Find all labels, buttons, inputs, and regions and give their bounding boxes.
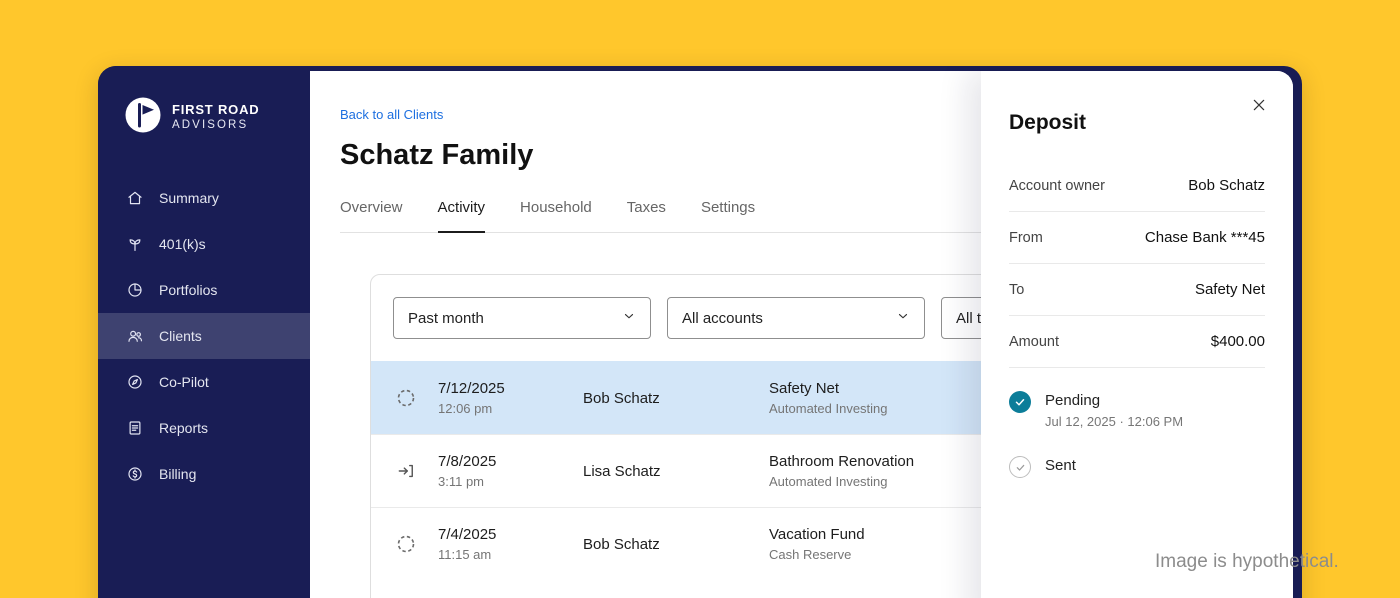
people-icon xyxy=(126,327,144,345)
check-circle-filled-icon xyxy=(1009,391,1031,413)
detail-label: Amount xyxy=(1009,333,1059,350)
filter-accounts[interactable]: All accounts xyxy=(667,297,925,339)
sidebar-item-portfolios[interactable]: Portfolios xyxy=(98,267,310,313)
close-icon xyxy=(1251,97,1267,118)
detail-row-to: To Safety Net xyxy=(1009,264,1265,316)
tab-activity[interactable]: Activity xyxy=(437,199,486,233)
deposit-arrow-icon xyxy=(396,461,416,481)
detail-value: $400.00 xyxy=(1210,333,1265,350)
status-timeline: Pending Jul 12, 2025 · 12:06 PM Sent xyxy=(1009,390,1265,478)
detail-value: Safety Net xyxy=(1194,281,1265,298)
plant-icon xyxy=(126,235,144,253)
app-window: FIRST ROAD ADVISORS Summary 401(k)s Port… xyxy=(98,66,1302,598)
panel-title: Deposit xyxy=(1009,111,1087,134)
sidebar-item-label: Co-Pilot xyxy=(159,374,209,390)
detail-row-amount: Amount $400.00 xyxy=(1009,316,1265,368)
detail-label: Account owner xyxy=(1009,177,1105,194)
sidebar-item-label: Clients xyxy=(159,328,202,344)
tab-settings[interactable]: Settings xyxy=(701,199,755,232)
transaction-date: 7/4/2025 xyxy=(438,526,497,543)
sidebar-item-401ks[interactable]: 401(k)s xyxy=(98,221,310,267)
timeline-step-text: Pending Jul 12, 2025 · 12:06 PM xyxy=(1045,390,1183,429)
timeline-step-label: Sent xyxy=(1045,457,1076,474)
tab-overview[interactable]: Overview xyxy=(340,199,403,232)
timeline-step-timestamp: Jul 12, 2025 · 12:06 PM xyxy=(1045,414,1184,429)
transaction-time: 12:06 pm xyxy=(438,401,493,416)
compass-icon xyxy=(126,373,144,391)
sidebar-item-label: 401(k)s xyxy=(159,236,206,252)
close-button[interactable] xyxy=(1247,95,1271,119)
filter-date-range[interactable]: Past month xyxy=(393,297,651,339)
transaction-details: Account owner Bob Schatz From Chase Bank… xyxy=(1009,160,1265,368)
detail-label: To xyxy=(1009,281,1025,298)
sidebar: FIRST ROAD ADVISORS Summary 401(k)s Port… xyxy=(98,66,310,598)
sidebar-nav: Summary 401(k)s Portfolios Clients Co-Pi… xyxy=(98,175,310,497)
transaction-date: 7/12/2025 xyxy=(438,380,505,397)
transaction-time: 3:11 pm xyxy=(438,474,485,489)
transaction-time: 11:15 am xyxy=(438,547,492,562)
transaction-owner: Bob Schatz xyxy=(583,535,660,553)
back-to-clients-link[interactable]: Back to all Clients xyxy=(340,107,443,122)
transaction-date-cell: 7/4/2025 11:15 am xyxy=(438,526,583,562)
filter-accounts-value: All accounts xyxy=(682,309,763,327)
timeline-step-text: Sent xyxy=(1045,455,1076,474)
transaction-date-cell: 7/8/2025 3:11 pm xyxy=(438,453,583,489)
pending-circle-icon xyxy=(396,388,416,408)
sidebar-item-summary[interactable]: Summary xyxy=(98,175,310,221)
transaction-date: 7/8/2025 xyxy=(438,453,497,470)
check-circle-outline-icon xyxy=(1009,456,1031,478)
detail-value: Bob Schatz xyxy=(1188,177,1265,194)
transaction-owner: Bob Schatz xyxy=(583,389,660,407)
pie-chart-icon xyxy=(126,281,144,299)
brand: FIRST ROAD ADVISORS xyxy=(98,66,310,139)
sidebar-item-copilot[interactable]: Co-Pilot xyxy=(98,359,310,405)
transaction-owner: Lisa Schatz xyxy=(583,462,661,480)
home-icon xyxy=(126,189,144,207)
detail-row-account-owner: Account owner Bob Schatz xyxy=(1009,160,1265,212)
sidebar-item-clients[interactable]: Clients xyxy=(98,313,310,359)
brand-name-line1: FIRST ROAD xyxy=(172,102,260,118)
detail-label: From xyxy=(1009,229,1043,246)
transaction-detail-panel: Deposit Account owner Bob Schatz From Ch… xyxy=(981,71,1293,598)
sidebar-item-label: Reports xyxy=(159,420,209,436)
brand-name-line2: ADVISORS xyxy=(172,119,249,132)
brand-logo-icon xyxy=(124,96,162,139)
report-icon xyxy=(126,419,144,437)
transaction-date-cell: 7/12/2025 12:06 pm xyxy=(438,380,583,416)
pending-circle-icon xyxy=(396,534,416,554)
sidebar-item-label: Billing xyxy=(159,466,197,482)
sidebar-item-reports[interactable]: Reports xyxy=(98,405,310,451)
timeline-step-pending: Pending Jul 12, 2025 · 12:06 PM xyxy=(1009,390,1265,429)
sidebar-item-label: Portfolios xyxy=(159,282,218,298)
timeline-step-sent: Sent xyxy=(1009,455,1265,478)
tab-taxes[interactable]: Taxes xyxy=(627,199,666,232)
sidebar-item-billing[interactable]: Billing xyxy=(98,451,310,497)
filter-date-range-value: Past month xyxy=(408,309,484,327)
dollar-icon xyxy=(126,465,144,483)
tab-household[interactable]: Household xyxy=(520,199,592,232)
detail-row-from: From Chase Bank ***45 xyxy=(1009,212,1265,264)
chevron-down-icon xyxy=(896,309,910,327)
hypothetical-disclaimer: Image is hypothetical. xyxy=(1155,551,1339,572)
sidebar-item-label: Summary xyxy=(159,190,219,206)
brand-name: FIRST ROAD ADVISORS xyxy=(172,102,259,133)
timeline-step-label: Pending xyxy=(1045,392,1101,409)
chevron-down-icon xyxy=(622,309,636,327)
detail-value: Chase Bank ***45 xyxy=(1144,229,1265,246)
